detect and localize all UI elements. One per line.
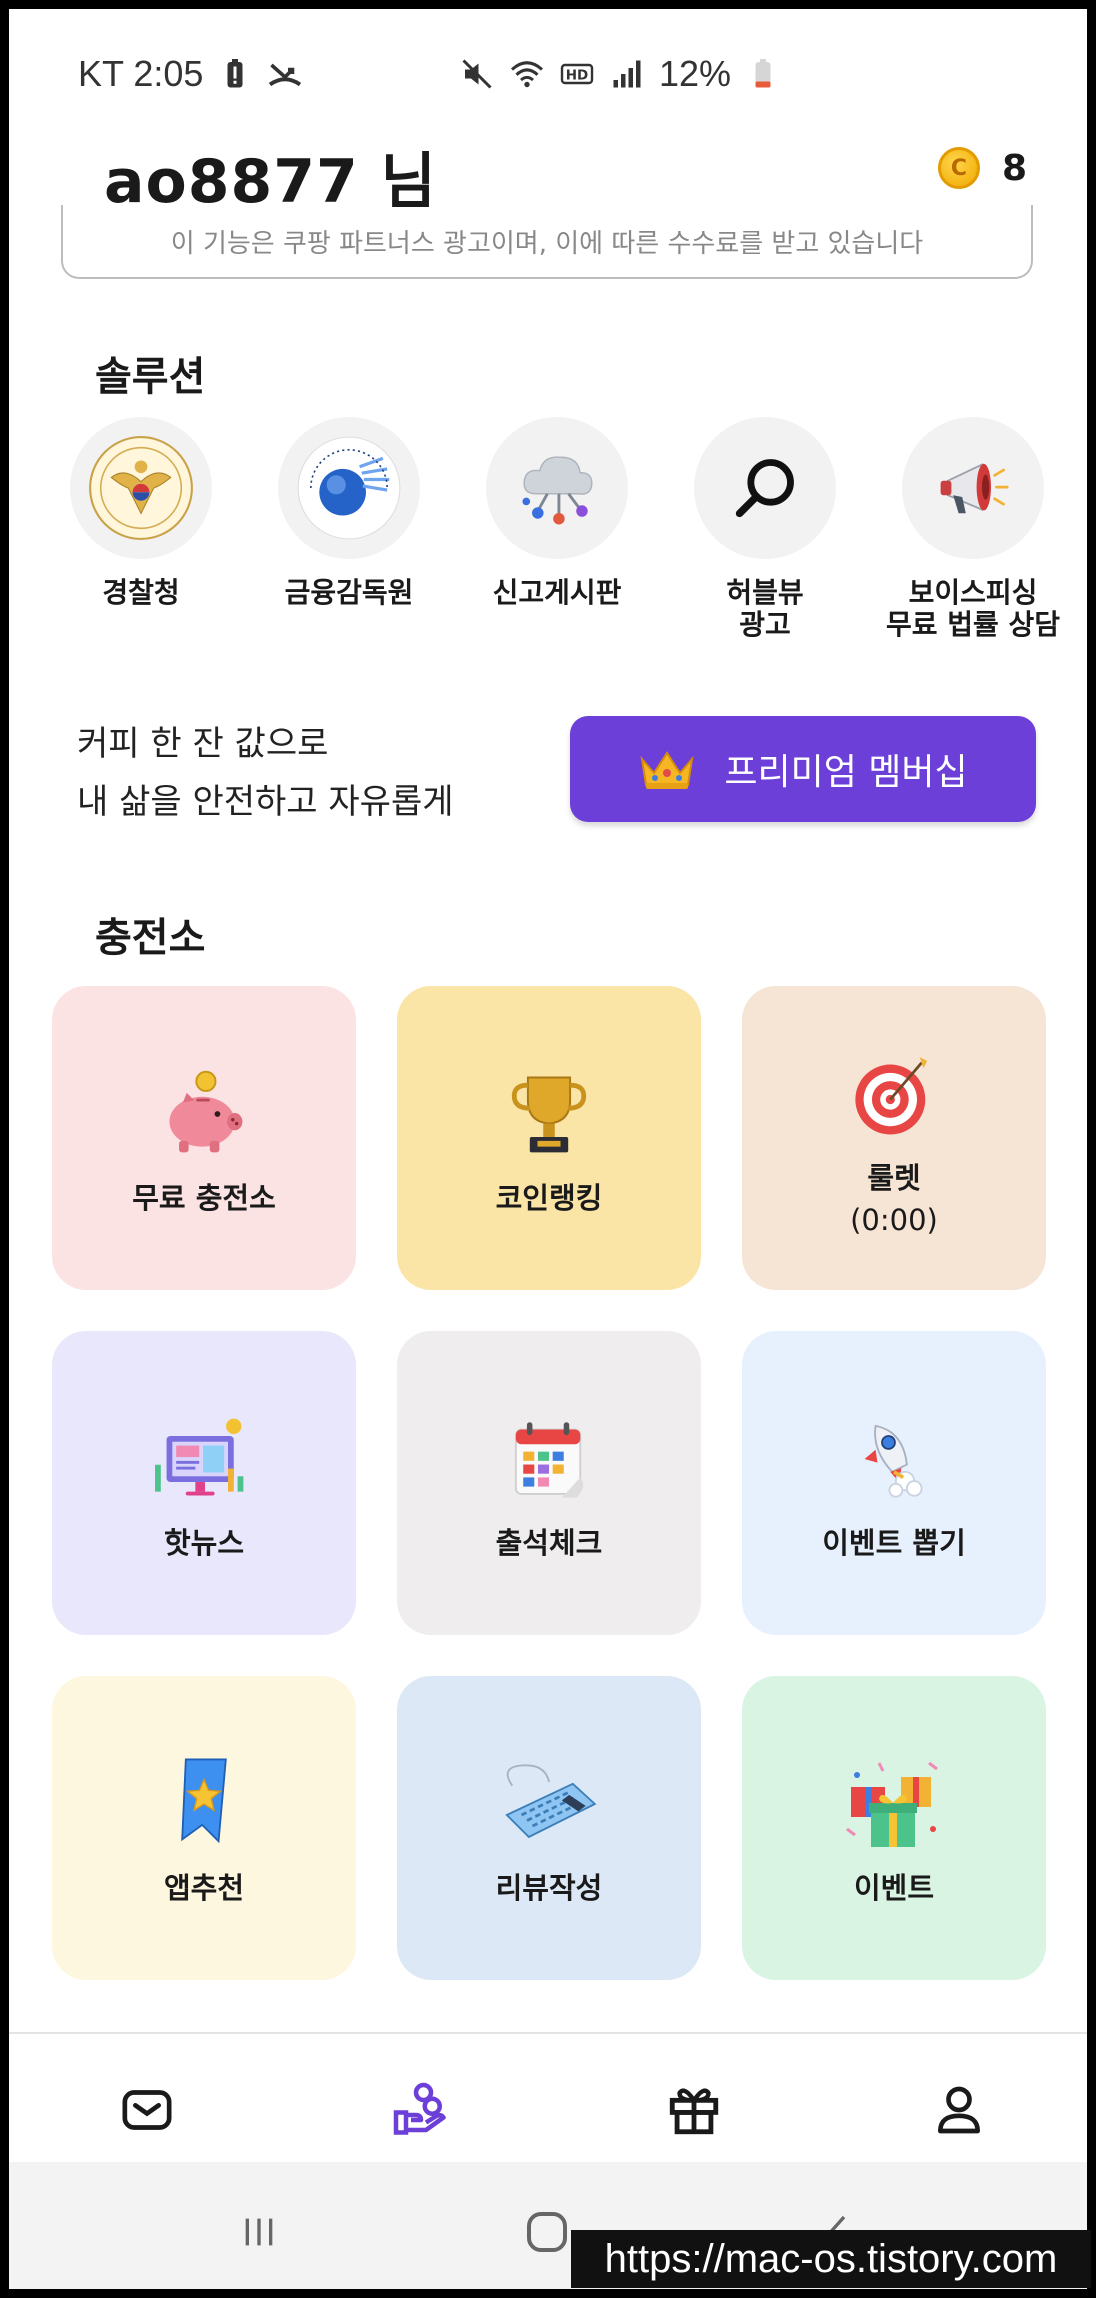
card-app-recommend[interactable]: 앱추천 [52, 1676, 356, 1980]
cloud-network-icon [486, 417, 628, 559]
gift-icon [669, 2088, 719, 2135]
card-label: 리뷰작성 [495, 1871, 603, 1905]
wifi-icon [510, 61, 544, 88]
roulette-timer: (0:00) [850, 1203, 938, 1237]
app-screen: KT 2:05 HD 12% ao8877 님 C 8 이 기능은 쿠팡 파트너… [9, 9, 1087, 2289]
news-monitor-icon [149, 1404, 259, 1514]
solution-report-board[interactable]: 신고게시판 [457, 417, 657, 609]
fss-logo-icon [278, 417, 420, 559]
keyboard-icon [494, 1749, 604, 1859]
search-icon [694, 417, 836, 559]
premium-tagline: 커피 한 잔 값으로 내 삶을 안전하고 자유롭게 [77, 715, 454, 831]
home-button[interactable] [517, 2202, 577, 2262]
coin-count: 8 [1001, 147, 1027, 189]
solution-label: 허블뷰 광고 [726, 576, 804, 641]
status-right: HD 12% [459, 53, 781, 95]
card-label: 앱추천 [163, 1871, 245, 1905]
profile-icon [938, 2086, 980, 2134]
bookmark-star-icon [149, 1749, 259, 1859]
battery-icon [755, 59, 771, 88]
card-label: 출석체크 [495, 1526, 603, 1560]
coin-balance[interactable]: C 8 [937, 147, 1027, 189]
target-icon [839, 1039, 949, 1149]
missed-call-icon [269, 63, 302, 87]
nav-gift[interactable] [662, 2078, 726, 2142]
calendar-icon [494, 1404, 604, 1514]
battery-percent: 12% [659, 53, 732, 94]
ad-disclaimer: 이 기능은 쿠팡 파트너스 광고이며, 이에 따른 수수료를 받고 있습니다 [61, 205, 1033, 279]
premium-tagline-line2: 내 삶을 안전하고 자유롭게 [77, 782, 454, 822]
premium-membership-button[interactable]: 프리미엄 멤버십 [570, 716, 1036, 822]
card-event-draw[interactable]: 이벤트 뽑기 [742, 1331, 1046, 1635]
card-label: 이벤트 뽑기 [822, 1526, 966, 1560]
status-left: KT 2:05 [78, 53, 303, 95]
coin-hand-icon [393, 2082, 446, 2135]
home-icon [527, 2212, 567, 2252]
card-free-charge[interactable]: 무료 충전소 [52, 986, 356, 1290]
hd-icon: HD [560, 63, 594, 85]
solution-hubble-ad[interactable]: 허블뷰 광고 [665, 417, 865, 641]
carrier-time: KT 2:05 [78, 53, 204, 94]
mute-icon [462, 59, 492, 89]
card-label: 코인랭킹 [495, 1181, 603, 1215]
card-coin-ranking[interactable]: 코인랭킹 [397, 986, 701, 1290]
crown-icon [640, 751, 694, 789]
card-label: 룰렛 [867, 1161, 921, 1195]
card-hot-news[interactable]: 핫뉴스 [52, 1331, 356, 1635]
card-attendance[interactable]: 출석체크 [397, 1331, 701, 1635]
solution-label: 경찰청 [102, 576, 180, 609]
nav-mail[interactable] [115, 2078, 179, 2142]
recent-apps-button[interactable] [229, 2202, 289, 2262]
trophy-icon [494, 1059, 604, 1169]
status-bar: KT 2:05 HD 12% [9, 9, 1087, 129]
gift-boxes-icon [839, 1749, 949, 1859]
card-label: 이벤트 [853, 1871, 935, 1905]
rocket-icon [839, 1404, 949, 1514]
card-label: 무료 충전소 [132, 1181, 276, 1215]
mail-icon [122, 2090, 172, 2130]
card-write-review[interactable]: 리뷰작성 [397, 1676, 701, 1980]
card-label: 핫뉴스 [163, 1526, 245, 1560]
nav-coin-charge[interactable] [389, 2078, 453, 2142]
solution-label: 신고게시판 [492, 576, 622, 609]
charging-title: 충전소 [95, 915, 206, 961]
solution-police[interactable]: 경찰청 [41, 417, 241, 609]
signal-icon [613, 60, 641, 88]
solution-legal-consult[interactable]: 보이스피싱 무료 법률 상담 [873, 417, 1073, 641]
coin-icon: C [937, 147, 980, 189]
solutions-title: 솔루션 [95, 354, 206, 400]
piggy-bank-icon [149, 1059, 259, 1169]
premium-button-label: 프리미엄 멤버십 [724, 752, 968, 793]
police-emblem-icon [70, 417, 212, 559]
solutions-row: 경찰청 금융감독원 신고게시판 허블뷰 광고 보이스피싱 무료 법률 상담 [9, 417, 1087, 657]
premium-tagline-line1: 커피 한 잔 값으로 [77, 724, 329, 764]
solution-label: 금융감독원 [284, 576, 414, 609]
megaphone-icon [902, 417, 1044, 559]
card-event[interactable]: 이벤트 [742, 1676, 1046, 1980]
battery-alert-icon [227, 59, 243, 88]
bottom-nav [9, 2032, 1087, 2172]
solution-label: 보이스피싱 무료 법률 상담 [885, 576, 1061, 641]
card-roulette[interactable]: 룰렛 (0:00) [742, 986, 1046, 1290]
watermark: https://mac-os.tistory.com [571, 2230, 1091, 2288]
svg-text:HD: HD [566, 67, 589, 83]
solution-fss[interactable]: 금융감독원 [249, 417, 449, 609]
recent-apps-icon [245, 2218, 273, 2246]
nav-profile[interactable] [927, 2078, 991, 2142]
